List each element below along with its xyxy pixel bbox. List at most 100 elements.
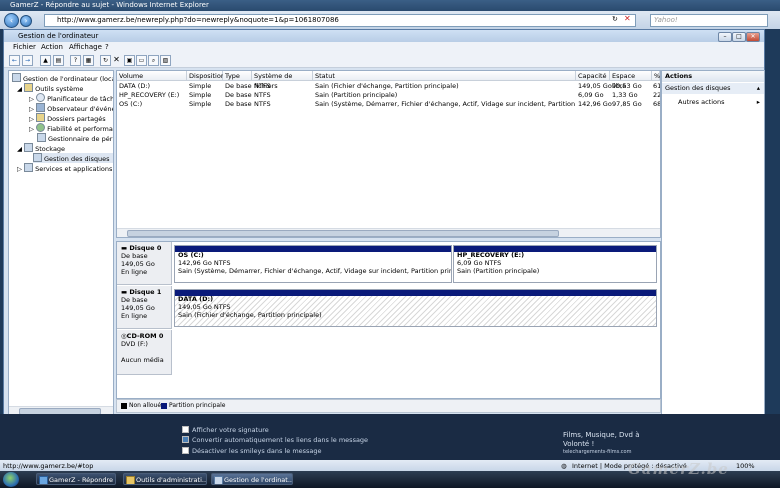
back-arrow-icon[interactable]: ‹ [4, 13, 19, 28]
minimize-button[interactable]: – [718, 32, 732, 42]
tree-item-shared-folders[interactable]: ▷ Dossiers partagés [29, 113, 106, 123]
computer-icon [12, 73, 21, 82]
taskbar-item-computer-management[interactable]: Gestion de l'ordinat... [211, 473, 293, 485]
shared-folder-icon [36, 113, 46, 122]
refresh-icon[interactable]: ↻ [612, 15, 618, 23]
menu-help[interactable]: ? [105, 43, 109, 51]
actions-section-disk-management[interactable]: Gestion des disques ▴ [662, 83, 764, 94]
status-url: http://www.gamerz.be/#top [3, 462, 94, 470]
ie-title-bar: GamerZ - Répondre au sujet - Windows Int… [0, 0, 780, 11]
table-row[interactable]: DATA (D:) Simple De base NTFS Sain (Fich… [117, 82, 660, 91]
tree-item-task-scheduler[interactable]: ▷ Planificateur de tâches [29, 93, 113, 103]
forward-arrow-icon[interactable]: › [20, 15, 32, 27]
disk-0-state: En ligne [121, 268, 148, 276]
partition-os-c[interactable]: OS (C:) 142,96 Go NTFS Sain (Système, Dé… [174, 245, 452, 283]
taskbar-item-admin-tools[interactable]: Outils d'administrati... [123, 473, 207, 485]
table-row[interactable]: OS (C:) Simple De base NTFS Sain (Systèm… [117, 100, 660, 109]
option-disable-smileys[interactable]: Désactiver les smileys dans le message [182, 447, 322, 455]
volume-list-scrollbar[interactable] [117, 228, 660, 237]
globe-icon: ◍ [561, 462, 567, 470]
disk-0-name: ▬ Disque 0 [121, 244, 162, 252]
disk-1-state: En ligne [121, 312, 148, 320]
col-capacity[interactable]: Capacité [576, 71, 610, 81]
start-orb-icon[interactable] [3, 472, 19, 487]
mmc-window-title: Gestion de l'ordinateur [18, 32, 99, 40]
mmc-title-bar: Gestion de l'ordinateur – □ ✕ [4, 30, 764, 42]
up-folder-icon[interactable]: ▲ [40, 55, 51, 66]
col-layout[interactable]: Disposition [187, 71, 225, 81]
back-icon[interactable]: ← [9, 55, 20, 66]
services-icon [24, 163, 34, 172]
cdrom-0-info[interactable]: ◎CD-ROM 0 DVD (F:) Aucun média [117, 330, 172, 375]
close-button[interactable]: ✕ [746, 32, 760, 42]
disk-0-info[interactable]: ▬ Disque 0 De base 149,05 Go En ligne [117, 242, 172, 285]
view-icon[interactable]: ▧ [160, 55, 171, 66]
volume-list-scroll-thumb[interactable] [127, 230, 559, 237]
collapse-arrow-icon: ▴ [756, 84, 760, 92]
tree-item-device-manager[interactable]: Gestionnaire de périphériques [37, 133, 113, 143]
tree-item-disk-management[interactable]: Gestion des disques [33, 153, 113, 163]
menu-view[interactable]: Affichage [69, 43, 102, 51]
mmc-toolbar: ← → ▲ ▤ ? ▦ ↻ ✕ ▣ ▭ ⌕ ▧ [4, 53, 764, 68]
col-filesystem[interactable]: Système de fichiers [252, 71, 313, 90]
search-icon[interactable]: ⌕ [148, 55, 159, 66]
url-input[interactable]: http://www.gamerz.be/newreply.php?do=new… [44, 14, 636, 27]
col-status[interactable]: Statut [313, 71, 576, 81]
stop-icon[interactable]: ✕ [624, 14, 631, 23]
action-more-actions[interactable]: Autres actions ▸ [678, 98, 762, 106]
folder-icon[interactable]: ▭ [136, 55, 147, 66]
taskbar-item-gamerz[interactable]: GamerZ - Répondre ... [36, 473, 116, 485]
disk-1-info[interactable]: ▬ Disque 1 De base 149,05 Go En ligne [117, 286, 172, 329]
refresh-icon[interactable]: ↻ [100, 55, 111, 66]
ie-window-title: GamerZ - Répondre au sujet - Windows Int… [10, 1, 209, 9]
tree-item-services[interactable]: ▷ Services et applications [17, 163, 112, 173]
event-viewer-icon [36, 103, 46, 112]
tools-icon [24, 83, 34, 92]
partition-data-d[interactable]: DATA (D:) 149,05 Go NTFS Sain (Fichier d… [174, 289, 657, 327]
mmc-menu-bar: Fichier Action Affichage ? [4, 42, 764, 53]
primary-partition-swatch [161, 403, 167, 409]
watermark-logo: GamerZ.be [628, 460, 729, 478]
search-input[interactable]: Yahoo! [650, 14, 768, 27]
disk-management-icon [33, 153, 42, 162]
folder-icon [126, 476, 135, 484]
col-type[interactable]: Type [223, 71, 252, 81]
ie-address-bar: ‹ › http://www.gamerz.be/newreply.php?do… [0, 11, 780, 29]
help-icon[interactable]: ? [70, 55, 81, 66]
tree-item-event-viewer[interactable]: ▷ Observateur d'événements [29, 103, 113, 113]
disk-icon[interactable]: ▣ [124, 55, 135, 66]
tree-item-computer-management[interactable]: Gestion de l'ordinateur (local) [12, 73, 113, 83]
col-free-space[interactable]: Espace libre [610, 71, 652, 90]
actions-header: Actions [662, 71, 764, 82]
cdrom-0-state: Aucun média [121, 356, 164, 364]
tree-item-reliability[interactable]: ▷ Fiabilité et performances [29, 123, 113, 133]
col-percent[interactable]: % [652, 71, 660, 81]
disk-0-size: 149,05 Go [121, 260, 155, 268]
maximize-button[interactable]: □ [732, 32, 746, 42]
zoom-level[interactable]: 100% [736, 462, 755, 470]
properties-icon[interactable]: ▦ [83, 55, 94, 66]
ad-line-1[interactable]: Films, Musique, Dvd à [563, 431, 640, 439]
disk-1-type: De base [121, 296, 148, 304]
table-row[interactable]: HP_RECOVERY (E:) Simple De base NTFS Sai… [117, 91, 660, 100]
legend-primary-partition: Partition principale [169, 402, 226, 409]
primary-partition-bar [175, 246, 451, 252]
tree-item-storage[interactable]: ◢ Stockage [17, 143, 65, 153]
menu-file[interactable]: Fichier [13, 43, 36, 51]
ad-line-2[interactable]: Volonté ! [563, 440, 594, 448]
legend-unallocated: Non alloué [129, 402, 162, 409]
option-signature[interactable]: Afficher votre signature [182, 426, 269, 434]
actions-pane: Actions Gestion des disques ▴ Autres act… [661, 70, 765, 416]
cdrom-0-name: ◎CD-ROM 0 [121, 332, 164, 340]
primary-partition-bar [175, 290, 656, 296]
option-convert-links[interactable]: Convertir automatiquement les liens dans… [182, 436, 368, 444]
partition-hp-recovery-e[interactable]: HP_RECOVERY (E:) 6,09 Go NTFS Sain (Part… [453, 245, 657, 283]
col-volume[interactable]: Volume [117, 71, 187, 81]
expand-arrow-icon: ◢ [17, 85, 25, 93]
menu-action[interactable]: Action [41, 43, 63, 51]
show-tree-icon[interactable]: ▤ [53, 55, 64, 66]
forward-icon[interactable]: → [22, 55, 33, 66]
ad-site[interactable]: telechargements-films.com [563, 449, 631, 455]
tree-item-system-tools[interactable]: ◢ Outils système [17, 83, 83, 93]
delete-icon[interactable]: ✕ [112, 55, 121, 64]
